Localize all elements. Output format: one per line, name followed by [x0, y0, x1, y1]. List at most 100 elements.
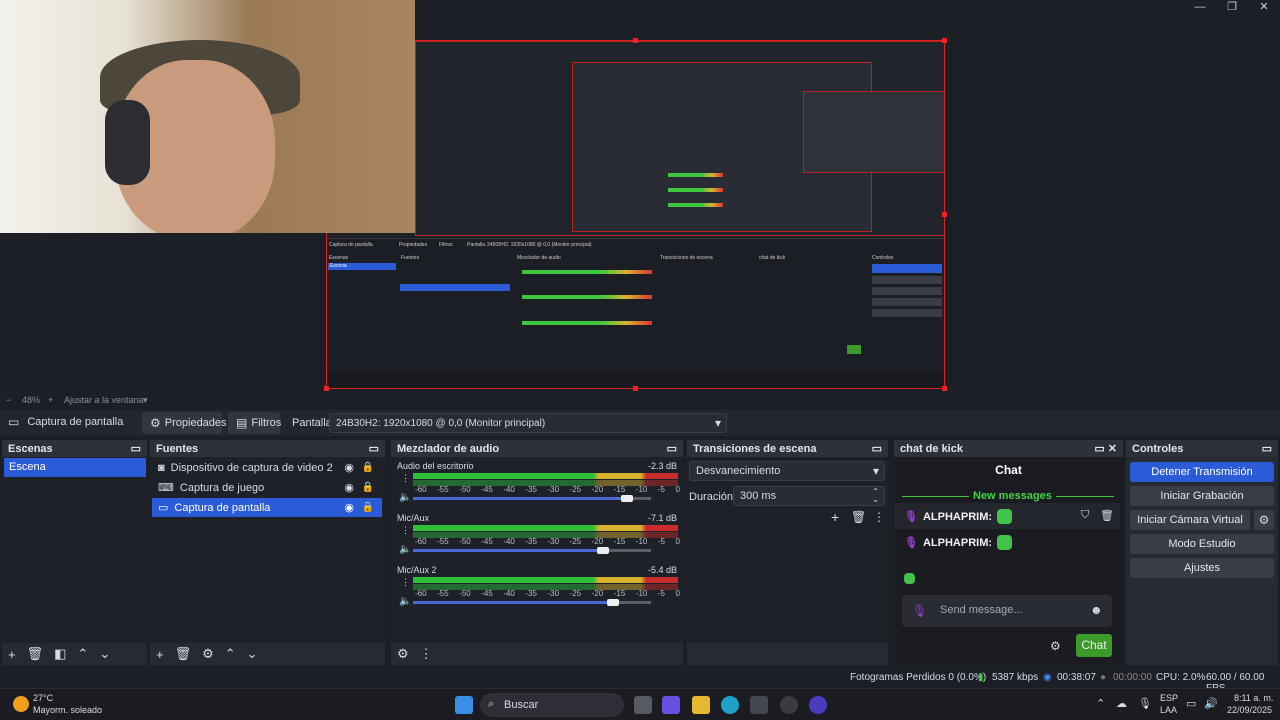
visibility-eye-icon[interactable]: ◉ [344, 461, 354, 474]
zoom-in-button[interactable]: + [48, 395, 53, 405]
source-item-selected[interactable]: ▭ Captura de pantalla ◉ 🔒 [152, 498, 382, 517]
virtual-camera-button[interactable]: Iniciar Cámara Virtual [1130, 510, 1250, 530]
controls-title: Controles [1132, 442, 1184, 455]
tick-label: -10 [635, 537, 648, 546]
speaker-icon[interactable]: 🔈 [399, 492, 411, 503]
clock-time[interactable]: 8:11 a. m. [1234, 693, 1273, 703]
more-icon[interactable]: ⋮ [401, 525, 410, 536]
chat-input[interactable]: 🎙 Send message... ☻ [902, 595, 1112, 627]
task-view-icon[interactable] [634, 696, 652, 714]
chat-send-button[interactable]: Chat [1076, 634, 1112, 657]
app-icon[interactable] [809, 696, 827, 714]
down-icon[interactable]: ⌄ [247, 646, 258, 662]
webcam-capture[interactable] [0, 0, 415, 233]
speaker-icon[interactable]: 🔈 [399, 596, 411, 607]
copilot-icon[interactable] [662, 696, 680, 714]
gear-icon[interactable]: ⚙ [1050, 639, 1061, 653]
filters-button[interactable]: ▤ Filtros [228, 412, 281, 434]
lock-icon[interactable]: 🔒 [362, 482, 374, 493]
tick-label: -55 [437, 537, 449, 546]
fit-window-button[interactable]: Ajustar a la ventana [64, 395, 144, 405]
tick-label: -20 [591, 537, 604, 546]
trash-icon[interactable]: 🗑 [27, 646, 44, 662]
mixer-channel: Audio del escritorio -2.3 dB ⋮ -60 -55 -50 -45… [397, 461, 683, 511]
gear-icon[interactable]: ⚙ [202, 646, 214, 662]
store-icon[interactable] [750, 696, 768, 714]
channel-name: Mic/Aux 2 [397, 565, 437, 575]
more-icon[interactable]: ⋮ [401, 577, 410, 588]
volume-knob[interactable] [621, 495, 634, 502]
trash-icon[interactable]: 🗑 [175, 646, 192, 662]
file-explorer-icon[interactable] [692, 696, 710, 714]
lock-icon[interactable]: 🔒 [362, 502, 374, 513]
transition-select[interactable]: Desvanecimiento ▾ [689, 461, 885, 481]
stream-icon: ◉ [1043, 672, 1052, 683]
tick-label: -35 [525, 589, 537, 598]
spinner-icon[interactable]: ⌃ ⌄ [872, 488, 879, 504]
channel-db: -7.1 dB [647, 513, 677, 523]
zoom-out-button[interactable]: − [6, 395, 11, 405]
mixer-settings-icon[interactable]: ⚙ [397, 646, 409, 662]
duration-input[interactable]: 300 ms ⌃ ⌄ [733, 486, 885, 506]
properties-button[interactable]: ⚙ Propiedades [142, 412, 227, 434]
visibility-eye-icon[interactable]: ◉ [344, 481, 354, 494]
add-icon[interactable]: + [831, 509, 839, 525]
start-recording-button[interactable]: Iniciar Grabación [1130, 486, 1274, 506]
preview-canvas[interactable]: Captura de pantalla Propiedades Filtros … [0, 0, 1280, 393]
taskbar-search[interactable]: ⌕ Buscar [480, 693, 624, 717]
dock-menu-icon[interactable]: ▭ [369, 442, 379, 455]
more-icon[interactable]: ⋮ [873, 510, 885, 524]
search-icon: ⌕ [488, 698, 495, 710]
dock-menu-icon[interactable]: ▭ [872, 442, 882, 455]
trash-icon[interactable]: 🗑 [1100, 509, 1114, 522]
studio-mode-button[interactable]: Modo Estudio [1130, 534, 1274, 554]
filter-icon[interactable]: ◧ [54, 646, 66, 662]
minimize-button[interactable]: — [1184, 0, 1216, 14]
source-item[interactable]: ⌨ Captura de juego ◉ 🔒 [152, 478, 382, 497]
trash-icon[interactable]: 🗑 [851, 510, 866, 524]
lock-icon[interactable]: 🔒 [362, 462, 374, 473]
tray-chevron-icon[interactable]: ⌃ [1096, 697, 1105, 710]
dock-menu-icon[interactable]: ▭ [131, 442, 141, 455]
display-select[interactable]: 24B30H2: 1920x1080 @ 0,0 (Monitor princi… [329, 413, 727, 433]
settings-button[interactable]: Ajustes [1130, 558, 1274, 578]
speaker-icon[interactable]: 🔈 [399, 544, 411, 555]
dock-close-icon[interactable]: ▭ ✕ [1094, 442, 1117, 455]
more-icon[interactable]: ⋮ [420, 646, 433, 662]
mic-tray-icon[interactable]: 🎙 [1138, 697, 1152, 710]
obs-icon[interactable] [780, 696, 798, 714]
dock-menu-icon[interactable]: ▭ [667, 442, 677, 455]
mini-label: Captura de pantalla [329, 242, 373, 248]
emoji-icon[interactable]: ☻ [1090, 603, 1103, 617]
lang[interactable]: ESP [1160, 693, 1178, 703]
scene-item[interactable]: Escena [4, 458, 146, 477]
gear-icon[interactable]: ⚙ [1254, 510, 1274, 530]
more-icon[interactable]: ⋮ [401, 473, 410, 484]
add-icon[interactable]: + [156, 647, 164, 662]
zoom-dropdown-icon[interactable]: ▾ [143, 395, 148, 406]
tick-label: -40 [503, 485, 515, 494]
windows-start-icon[interactable] [455, 696, 473, 714]
visibility-eye-icon[interactable]: ◉ [344, 501, 354, 514]
down-icon[interactable]: ⌄ [99, 646, 110, 662]
cloud-icon[interactable]: ☁ [1116, 697, 1127, 710]
pin-icon[interactable]: ⛉ [1081, 509, 1089, 522]
mic-icon: 🎙 [904, 537, 918, 549]
tick-label: -30 [547, 589, 560, 598]
stop-stream-button[interactable]: Detener Transmisión [1130, 462, 1274, 482]
weather-icon[interactable] [13, 696, 29, 712]
network-icon[interactable]: ▭ [1186, 697, 1196, 710]
source-item[interactable]: ◙ Dispositivo de captura de video 2 ◉ 🔒 [152, 458, 382, 477]
dock-menu-icon[interactable]: ▭ [1262, 442, 1272, 455]
maximize-button[interactable]: ❐ [1216, 0, 1248, 14]
edge-icon[interactable] [721, 696, 739, 714]
add-icon[interactable]: + [8, 647, 16, 662]
close-button[interactable]: ✕ [1248, 0, 1280, 14]
volume-knob[interactable] [606, 599, 619, 606]
volume-icon[interactable]: 🔊 [1204, 697, 1218, 710]
volume-knob[interactable] [597, 547, 610, 554]
zoom-value: 48% [22, 395, 41, 405]
up-icon[interactable]: ⌃ [225, 646, 236, 662]
screen-capture-preview[interactable]: Captura de pantalla Propiedades Filtros … [326, 40, 945, 389]
up-icon[interactable]: ⌃ [77, 646, 88, 662]
